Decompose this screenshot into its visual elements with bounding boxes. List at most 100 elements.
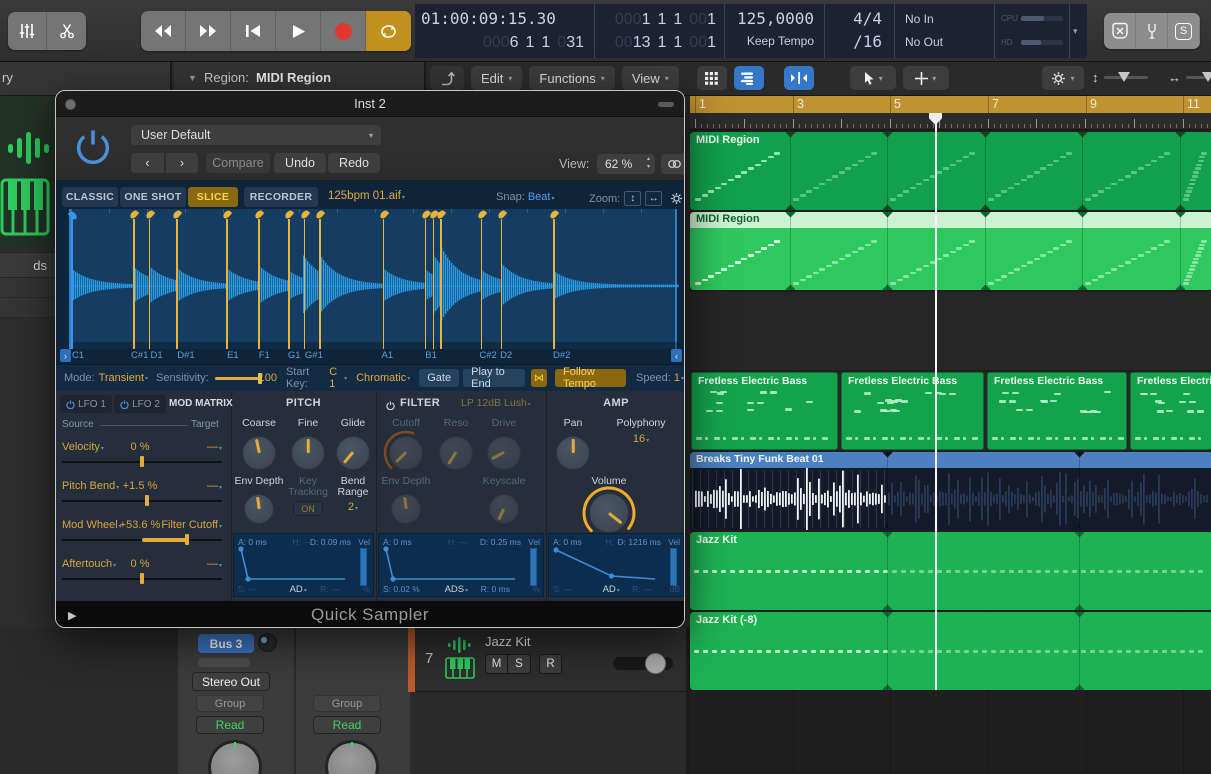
horizontal-zoom-slider[interactable]: ↔ [1168,70,1211,85]
crossfade-toggle[interactable]: ⋈ [531,369,547,387]
send-knob[interactable] [258,633,277,652]
mod-source[interactable]: Aftertouch▾ [62,558,116,570]
master-mute-icon[interactable] [1104,13,1136,49]
midi-region[interactable]: MIDI Region [690,132,1211,210]
mod-slider-track[interactable] [62,500,222,502]
editors-view-icon[interactable] [734,66,764,90]
slice-marker[interactable] [433,219,435,349]
ruler-ticks[interactable] [690,113,1211,130]
mod-target[interactable]: —▾ [207,480,222,492]
filter-power-icon[interactable] [386,397,395,415]
scissors-icon[interactable] [47,12,86,50]
mod-matrix-tab[interactable]: MOD MATRIX [169,398,233,409]
secondary-tool-menu[interactable]: ▾ [903,66,949,90]
loop-start-handle[interactable]: › [60,349,71,362]
slice-marker[interactable] [304,219,306,349]
knob-glide[interactable] [336,436,370,470]
envelope-display[interactable]: A: 0 msH: —D: 1216 msVelS: —AD▾R: —dB [548,533,684,597]
record-button[interactable] [321,11,366,51]
solo-mode-button[interactable]: S [1168,13,1200,49]
knob-env-depth[interactable] [244,494,274,524]
env-velocity-bar[interactable] [670,548,677,586]
sample-loop-region[interactable] [69,209,677,349]
record-enable-button[interactable]: R [539,654,562,674]
stepper-arrows-icon[interactable]: ▴▾ [647,155,650,171]
locator-group[interactable]: 1 [673,34,682,51]
locator-group[interactable]: 1 [673,11,682,28]
mod-amount[interactable]: +53.6 % [111,519,169,531]
lcd-locators[interactable]: 000111001 001311001 [595,4,725,58]
sampler-tab-recorder[interactable]: RECORDER [244,187,318,207]
slice-marker[interactable] [133,219,135,349]
mod-source[interactable]: Velocity▾ [62,441,104,453]
bend-range-value[interactable]: 2▾ [339,501,367,513]
tuner-icon[interactable] [1136,13,1168,49]
gate-button[interactable]: Gate [419,369,459,387]
pan-knob[interactable] [208,740,262,774]
output-button[interactable]: Stereo Out [192,672,270,691]
slice-marker[interactable] [176,219,178,349]
cycle-button[interactable] [366,11,411,51]
slice-marker[interactable] [258,219,260,349]
signature-numerator[interactable]: 4/4 [853,9,882,28]
tempo-value[interactable]: 125,0000 [737,9,814,28]
midi-region[interactable]: MIDI Region [690,212,1211,290]
knob-keyscale[interactable] [489,494,519,524]
play-button[interactable] [276,11,321,51]
redo-button[interactable]: Redo [328,153,380,173]
sampler-tab-slice[interactable]: SLICE [188,187,238,207]
sensitivity-slider-handle[interactable] [258,373,262,384]
locator-group[interactable]: 1 [657,34,666,51]
group-button[interactable]: Group [196,695,264,712]
mod-amount[interactable]: +1.5 % [111,480,169,492]
snap-setting[interactable]: Snap: Beat▾ [496,191,554,203]
volume-slider-thumb[interactable] [645,653,666,674]
track-name[interactable]: Jazz Kit [485,634,531,649]
loop-end-handle[interactable]: ‹ [671,349,682,362]
env-mode-selector[interactable]: ADS▾ [445,584,469,595]
mod-slider-handle[interactable] [145,495,149,506]
knob-fine[interactable] [291,436,325,470]
sensitivity-slider[interactable] [215,373,254,384]
start-key-value[interactable]: C 1 [329,366,343,390]
env-velocity-bar[interactable] [530,548,537,586]
automation-read-button[interactable]: Read [313,716,381,734]
position-beats-group[interactable]: 031 [557,34,584,51]
send-level-bar[interactable] [198,658,250,667]
env-mode-selector[interactable]: AD▾ [290,584,307,595]
lcd-midi-io[interactable]: No In No Out [895,4,995,58]
smpte-position-beats[interactable]: 000611031 [476,32,584,52]
mixer-icon[interactable] [8,12,47,50]
slice-marker[interactable] [149,219,151,349]
locator-group[interactable]: 0001 [615,11,651,28]
compare-button[interactable]: Compare [206,153,270,173]
undo-arrow-icon[interactable] [430,66,464,90]
envelope-display[interactable]: A: 0 msH: —D: 0.09 msVelS: —AD▾R: —% [233,533,374,597]
midi-region[interactable]: Fretless Electric Bass [841,372,984,450]
position-beats-group[interactable]: 1 [541,34,550,51]
sidebar-list-item[interactable]: ds [0,252,55,278]
follow-tempo-button[interactable]: Follow Tempo [555,369,626,387]
disclosure-triangle-icon[interactable]: ▼ [188,73,197,83]
midi-region[interactable]: Fretless Electric Bass [987,372,1127,450]
catch-playhead-icon[interactable] [784,66,814,90]
automation-read-button[interactable]: Read [196,716,264,734]
pointer-tool-menu[interactable]: ▾ [850,66,896,90]
track-config-menu[interactable]: ▾ [1042,66,1084,90]
volume-slider[interactable] [613,657,673,670]
mod-amount[interactable]: 0 % [111,441,169,453]
mod-slider-handle[interactable] [140,573,144,584]
link-button[interactable] [661,154,685,174]
waveform-settings-menu[interactable]: ▾ [670,192,685,205]
pan-knob[interactable] [325,740,379,774]
mod-slider-handle[interactable] [140,456,144,467]
zoom-vertical-icon[interactable]: ↕ [624,191,641,206]
mode-value[interactable]: Transient [99,372,144,384]
position-beats-group[interactable]: 0006 [483,34,519,51]
play-to-end-button[interactable]: Play to End [463,369,525,387]
slice-marker[interactable] [288,219,290,349]
tempo-mode[interactable]: Keep Tempo [747,34,814,48]
mod-target[interactable]: Filter Cutoff▾ [161,519,222,531]
lfo2-tab[interactable]: LFO 2 [114,395,166,413]
cycle-ruler[interactable]: 1357911 [690,96,1211,113]
